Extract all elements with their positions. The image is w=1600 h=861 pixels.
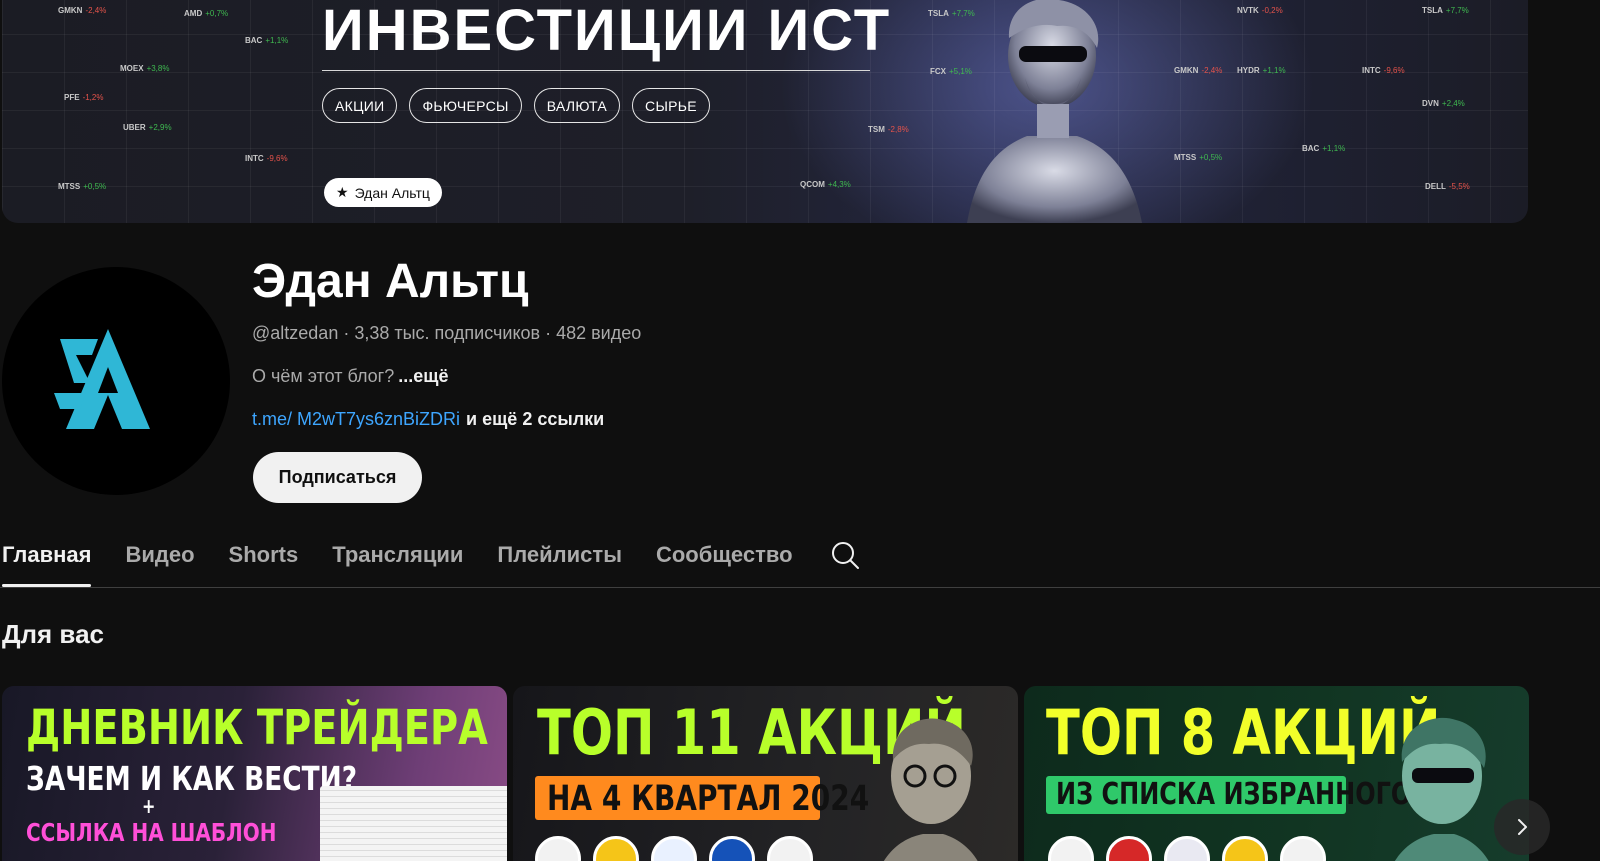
thumbnail-plus: + xyxy=(142,794,156,818)
banner-ticker: TSLA +7,7% xyxy=(1422,6,1469,15)
banner-ticker: PFE -1,2% xyxy=(64,93,104,102)
banner-ticker: AMD +0,7% xyxy=(184,9,229,18)
star-icon: ★ xyxy=(336,184,349,200)
tab-community[interactable]: Сообщество xyxy=(639,538,810,588)
video-thumbnail[interactable]: ТОП 8 АКЦИЙ ИЗ СПИСКА ИЗБРАННОГО xyxy=(1024,686,1529,861)
banner-ticker: UBER +2,9% xyxy=(123,123,172,132)
channel-banner: GMKN -2,4% AMD +0,7% BAC +1,1% MOEX +3,8% PF… xyxy=(2,0,1528,223)
banner-ticker: GMKN -2,4% xyxy=(58,6,107,15)
description-more-link[interactable]: ...ещё xyxy=(398,366,448,386)
banner-ticker: GMKN -2,4% xyxy=(1174,66,1223,75)
tab-videos[interactable]: Видео xyxy=(108,538,211,588)
company-logo-icon xyxy=(709,836,755,861)
more-links-button[interactable]: и ещё 2 ссылки xyxy=(466,409,604,429)
company-logo-icon xyxy=(767,836,813,861)
company-logo-icon xyxy=(1222,836,1268,861)
banner-ticker: DVN +2,4% xyxy=(1422,99,1465,108)
banner-name-text: Эдан Альтц xyxy=(354,184,430,201)
banner-ticker: MTSS +0,5% xyxy=(1174,153,1223,162)
company-logo-icon xyxy=(1106,836,1152,861)
thumbnail-subtitle: ЗАЧЕМ И КАК ВЕСТИ? xyxy=(26,759,358,798)
banner-ticker: NVTK -0,2% xyxy=(1237,6,1283,15)
banner-ticker: DELL -5,5% xyxy=(1425,182,1470,191)
subscribe-button[interactable]: Подписаться xyxy=(253,452,422,503)
thumbnail-subtitle: НА 4 КВАРТАЛ 2024 xyxy=(547,779,870,819)
banner-ticker: TSM -2,8% xyxy=(868,125,909,134)
banner-ticker: QCOM +4,3% xyxy=(800,180,851,189)
banner-ticker: HYDR +1,1% xyxy=(1237,66,1286,75)
banner-ticker: INTC -9,6% xyxy=(245,154,288,163)
tab-home[interactable]: Главная xyxy=(0,538,108,588)
company-logo-icon xyxy=(1164,836,1210,861)
tabs-divider xyxy=(0,587,1600,588)
company-logo-icon xyxy=(651,836,697,861)
description-text: О чём этот блог? xyxy=(252,366,395,386)
thumbnail-subtitle: ИЗ СПИСКА ИЗБРАННОГО xyxy=(1056,777,1412,812)
company-logo-icon xyxy=(1048,836,1094,861)
chevron-right-icon xyxy=(1518,819,1527,835)
banner-chips: АКЦИИ ФЬЮЧЕРСЫ ВАЛЮТА СЫРЬЕ xyxy=(322,88,710,123)
banner-title: ИНВЕСТИЦИИ ИСТ xyxy=(322,0,892,63)
banner-divider xyxy=(322,70,870,71)
channel-avatar[interactable] xyxy=(2,267,230,495)
telegram-link[interactable]: t.me/ M2wT7ys6znBiZDRi xyxy=(252,409,460,429)
banner-chip: ФЬЮЧЕРСЫ xyxy=(409,88,522,123)
banner-ticker: MOEX +3,8% xyxy=(120,64,170,73)
banner-ticker: MTSS +0,5% xyxy=(58,182,107,191)
tab-shorts[interactable]: Shorts xyxy=(212,538,316,588)
carousel-next-button[interactable] xyxy=(1494,799,1550,855)
banner-ticker: BAC +1,1% xyxy=(245,36,289,45)
statue-illustration xyxy=(967,0,1142,223)
thumbnail-title: ДНЕВНИК ТРЕЙДЕРА xyxy=(26,700,488,756)
banner-chip: ВАЛЮТА xyxy=(533,88,621,123)
tab-playlists[interactable]: Плейлисты xyxy=(480,538,639,588)
channel-description[interactable]: О чём этот блог? ...ещё xyxy=(252,366,448,387)
banner-name-pill: ★ Эдан Альтц xyxy=(324,178,442,207)
banner-chip: АКЦИИ xyxy=(322,88,398,123)
company-logo-icon xyxy=(535,836,581,861)
channel-logo-icon xyxy=(54,329,150,429)
channel-name: Эдан Альтц xyxy=(252,255,529,308)
section-title: Для вас xyxy=(2,619,104,649)
channel-tabs: Главная Видео Shorts Трансляции Плейлист… xyxy=(0,538,810,588)
channel-meta: @altzedan · 3,38 тыс. подписчиков · 482 … xyxy=(252,323,642,343)
search-icon[interactable] xyxy=(830,540,860,570)
statue-illustration xyxy=(884,718,978,861)
company-logo-icon xyxy=(593,836,639,861)
video-thumbnail[interactable]: ДНЕВНИК ТРЕЙДЕРА ЗАЧЕМ И КАК ВЕСТИ? + СС… xyxy=(2,686,507,861)
statue-illustration xyxy=(1395,717,1489,861)
banner-ticker: BAC +1,1% xyxy=(1302,144,1346,153)
thumbnail-caption: ССЫЛКА НА ШАБЛОН xyxy=(26,818,277,847)
tab-live[interactable]: Трансляции xyxy=(315,538,480,588)
spreadsheet-image xyxy=(320,786,507,861)
channel-page: { "banner": { "title": "ИНВЕСТИЦИИ ИСТ",… xyxy=(0,0,1600,861)
channel-links: t.me/ M2wT7ys6znBiZDRi и ещё 2 ссылки xyxy=(252,409,604,430)
company-logo-icon xyxy=(1280,836,1326,861)
banner-chip: СЫРЬЕ xyxy=(632,88,710,123)
banner-ticker: INTC -9,6% xyxy=(1362,66,1405,75)
video-thumbnail[interactable]: ТОП 11 АКЦИЙ НА 4 КВАРТАЛ 2024 xyxy=(513,686,1018,861)
